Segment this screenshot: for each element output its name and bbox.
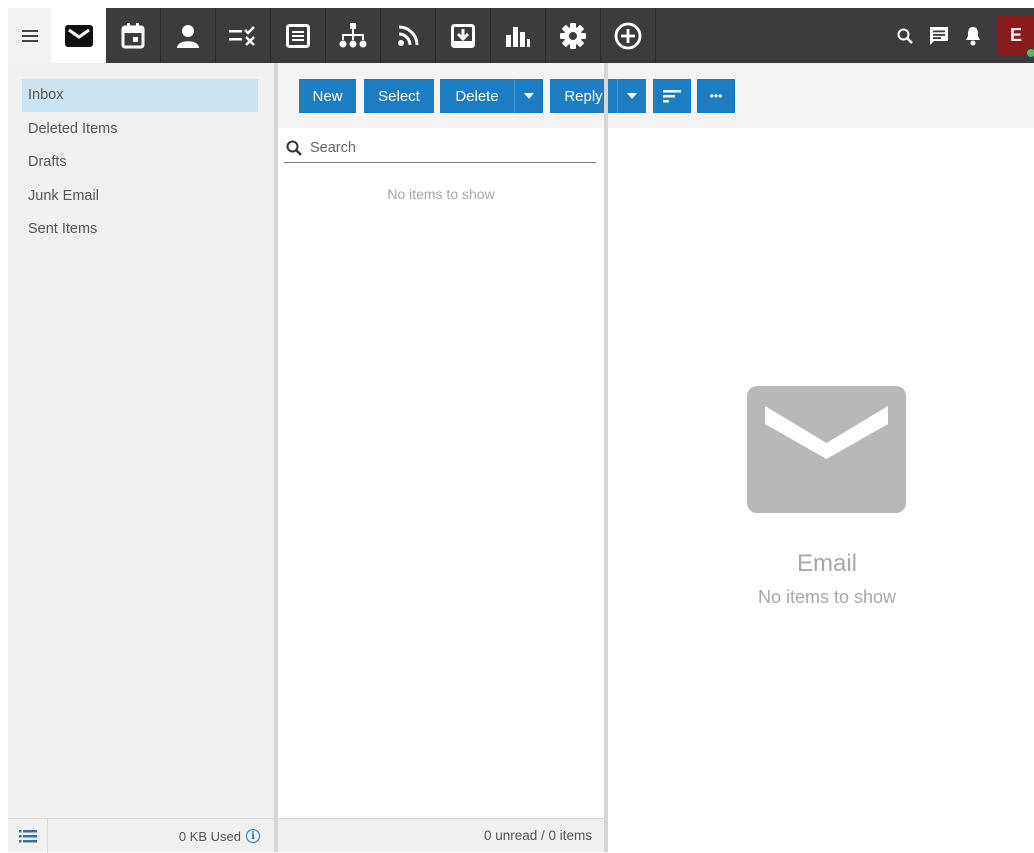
tab-mail[interactable] bbox=[51, 8, 106, 63]
sort-icon bbox=[663, 89, 681, 102]
folder-label: Inbox bbox=[28, 87, 64, 103]
bell-icon bbox=[966, 26, 980, 45]
chevron-down-icon bbox=[627, 93, 637, 99]
chevron-down-icon bbox=[524, 93, 534, 99]
folder-list-menu-button[interactable] bbox=[8, 819, 48, 853]
hamburger-icon bbox=[21, 29, 38, 42]
more-actions-button[interactable]: ••• bbox=[697, 79, 735, 113]
folder-label: Junk Email bbox=[28, 187, 99, 204]
unread-count-status: 0 unread / 0 items bbox=[483, 828, 592, 843]
mail-icon bbox=[64, 24, 93, 47]
select-button[interactable]: Select bbox=[364, 79, 434, 113]
tab-reports[interactable] bbox=[491, 8, 546, 63]
folder-label: Drafts bbox=[28, 154, 67, 170]
contacts-icon bbox=[177, 24, 199, 48]
search-placeholder: Search bbox=[310, 140, 356, 156]
hamburger-menu-button[interactable] bbox=[8, 8, 51, 63]
chat-button[interactable] bbox=[922, 8, 956, 63]
tab-notes[interactable] bbox=[271, 8, 326, 63]
reading-pane: Email No items to show bbox=[608, 128, 1034, 852]
folder-item-drafts[interactable]: Drafts bbox=[22, 146, 258, 179]
empty-state-title: Email bbox=[796, 550, 857, 577]
tab-rss[interactable] bbox=[381, 8, 436, 63]
avatar[interactable]: E bbox=[998, 15, 1034, 58]
avatar-letter: E bbox=[1009, 24, 1022, 45]
sort-button[interactable] bbox=[653, 79, 691, 113]
folder-item-inbox[interactable]: Inbox bbox=[22, 79, 258, 112]
tab-archive[interactable] bbox=[436, 8, 491, 63]
notifications-button[interactable] bbox=[956, 8, 990, 63]
new-button[interactable]: New bbox=[299, 79, 356, 113]
mail-toolbar: New Select Delete Reply ••• bbox=[278, 63, 1034, 128]
archive-download-icon bbox=[451, 23, 475, 48]
folder-list: Inbox Deleted Items Drafts Junk Email Se… bbox=[22, 79, 258, 247]
delete-options-dropdown[interactable] bbox=[514, 79, 543, 113]
search-input[interactable]: Search bbox=[284, 134, 596, 163]
tab-calendar[interactable] bbox=[106, 8, 161, 63]
folder-pane: Inbox Deleted Items Drafts Junk Email Se… bbox=[8, 63, 274, 853]
tab-settings[interactable] bbox=[546, 8, 601, 63]
folder-pane-footer: 0 KB Used i bbox=[8, 818, 274, 853]
presence-status-dot bbox=[1026, 48, 1034, 58]
select-button-label: Select bbox=[378, 87, 420, 105]
new-button-label: New bbox=[312, 87, 343, 105]
calendar-icon bbox=[121, 22, 145, 48]
info-icon[interactable]: i bbox=[246, 829, 260, 843]
folder-item-sent-items[interactable]: Sent Items bbox=[22, 213, 258, 246]
empty-state-subtitle: No items to show bbox=[757, 587, 897, 607]
message-list-pane: Search No items to show 0 unread / 0 ite… bbox=[278, 128, 604, 852]
storage-usage: 0 KB Used i bbox=[179, 819, 260, 853]
top-right-actions: E bbox=[888, 8, 1034, 63]
org-chart-icon bbox=[339, 22, 367, 47]
message-list-footer: 0 unread / 0 items bbox=[278, 818, 604, 852]
tab-tasks[interactable] bbox=[216, 8, 271, 63]
reply-button-label: Reply bbox=[564, 87, 603, 105]
search-icon bbox=[286, 140, 302, 156]
rss-feed-icon bbox=[398, 25, 419, 46]
chat-icon bbox=[930, 26, 948, 45]
folder-item-deleted-items[interactable]: Deleted Items bbox=[22, 113, 258, 146]
reply-options-dropdown[interactable] bbox=[617, 79, 646, 113]
search-icon bbox=[897, 28, 913, 44]
top-navigation-bar: E bbox=[8, 8, 1034, 63]
list-menu-icon bbox=[18, 829, 37, 842]
settings-gear-icon bbox=[560, 22, 586, 49]
more-dots-icon: ••• bbox=[709, 89, 723, 103]
tasks-icon bbox=[229, 25, 255, 46]
delete-button-label: Delete bbox=[455, 87, 499, 105]
delete-button[interactable]: Delete bbox=[440, 79, 514, 113]
folder-item-junk-email[interactable]: Junk Email bbox=[22, 180, 258, 213]
notes-icon bbox=[286, 23, 310, 48]
folder-label: Deleted Items bbox=[28, 120, 118, 137]
reports-chart-icon bbox=[506, 26, 530, 47]
search-button[interactable] bbox=[888, 8, 922, 63]
add-circle-icon bbox=[614, 22, 642, 49]
empty-mail-icon bbox=[747, 386, 906, 513]
list-empty-message: No items to show bbox=[387, 186, 495, 202]
storage-used-text: 0 KB Used bbox=[178, 828, 241, 844]
tab-add[interactable] bbox=[601, 8, 656, 63]
tab-contacts[interactable] bbox=[161, 8, 216, 63]
folder-label: Sent Items bbox=[28, 221, 98, 237]
tab-org-chart[interactable] bbox=[326, 8, 381, 63]
app-window: E Inbox Deleted Items Drafts Junk Email … bbox=[0, 0, 1034, 853]
